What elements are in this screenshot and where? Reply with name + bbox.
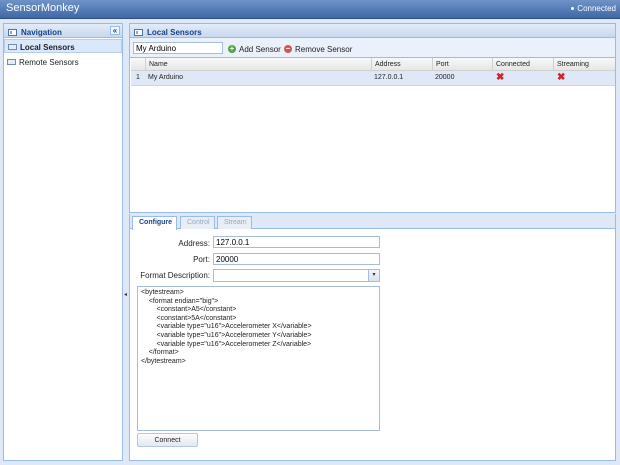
navigation-header: Navigation « bbox=[3, 23, 123, 38]
port-label: Port: bbox=[193, 255, 210, 264]
connection-status-label: Connected bbox=[577, 4, 616, 13]
connect-button[interactable]: Connect bbox=[137, 433, 198, 447]
sensor-icon bbox=[8, 44, 17, 50]
sidebar-item-remote-sensors[interactable]: Remote Sensors bbox=[4, 55, 122, 69]
column-header-name[interactable]: Name bbox=[145, 58, 371, 71]
add-icon: + bbox=[228, 44, 236, 53]
panel-icon bbox=[134, 29, 143, 36]
app-header: SensorMonkey Connected bbox=[0, 0, 620, 19]
local-sensors-title: Local Sensors bbox=[147, 28, 202, 37]
sidebar-item-local-sensors[interactable]: Local Sensors bbox=[4, 39, 122, 53]
tab-stream[interactable]: Stream bbox=[217, 216, 252, 229]
not-streaming-icon: ✖ bbox=[557, 72, 566, 83]
sensor-grid-header: Name Address Port Connected Streaming bbox=[131, 58, 615, 71]
collapse-button[interactable]: « bbox=[110, 26, 120, 35]
port-field[interactable] bbox=[213, 253, 380, 265]
remove-sensor-label: Remove Sensor bbox=[295, 45, 353, 54]
sidebar-item-label: Local Sensors bbox=[20, 43, 75, 52]
cell-port: 20000 bbox=[435, 74, 455, 81]
row-index: 1 bbox=[136, 74, 140, 81]
address-field[interactable] bbox=[213, 236, 380, 248]
tab-control[interactable]: Control bbox=[180, 216, 215, 229]
table-row[interactable]: 1 My Arduino 127.0.0.1 20000 ✖ ✖ bbox=[131, 71, 615, 86]
address-label: Address: bbox=[178, 239, 210, 248]
column-header-index bbox=[131, 58, 145, 71]
cell-name: My Arduino bbox=[148, 74, 184, 81]
remove-sensor-button[interactable]: − Remove Sensor bbox=[284, 43, 352, 56]
chevron-down-icon[interactable]: ▾ bbox=[368, 270, 379, 281]
remove-icon: − bbox=[284, 44, 292, 53]
app-title: SensorMonkey bbox=[6, 2, 80, 14]
add-sensor-label: Add Sensor bbox=[239, 45, 281, 54]
column-header-connected[interactable]: Connected bbox=[492, 58, 553, 71]
cell-address: 127.0.0.1 bbox=[374, 74, 404, 81]
panel-icon bbox=[8, 29, 17, 36]
column-header-port[interactable]: Port bbox=[432, 58, 492, 71]
status-dot-icon bbox=[571, 7, 575, 11]
sidebar-item-label: Remote Sensors bbox=[19, 58, 79, 67]
format-description-label: Format Description: bbox=[140, 271, 210, 280]
sensor-icon bbox=[7, 59, 16, 65]
local-sensors-header: Local Sensors bbox=[129, 23, 616, 38]
column-header-address[interactable]: Address bbox=[371, 58, 432, 71]
cell-connected: ✖ bbox=[492, 71, 553, 86]
not-connected-icon: ✖ bbox=[496, 72, 505, 83]
column-header-streaming[interactable]: Streaming bbox=[553, 58, 615, 71]
connection-status: Connected bbox=[571, 4, 616, 13]
format-description-select[interactable]: ▾ bbox=[213, 269, 380, 282]
format-xml-editor[interactable]: <bytestream> <format endian="big"> <cons… bbox=[137, 286, 380, 431]
cell-streaming: ✖ bbox=[553, 71, 615, 86]
navigation-title: Navigation bbox=[21, 28, 62, 37]
navigation-panel bbox=[3, 23, 123, 461]
add-sensor-button[interactable]: + Add Sensor bbox=[228, 43, 281, 56]
sensor-name-input[interactable] bbox=[133, 42, 223, 54]
tab-configure[interactable]: Configure bbox=[132, 216, 177, 230]
collapse-arrow-icon[interactable]: ◂ bbox=[124, 291, 127, 298]
